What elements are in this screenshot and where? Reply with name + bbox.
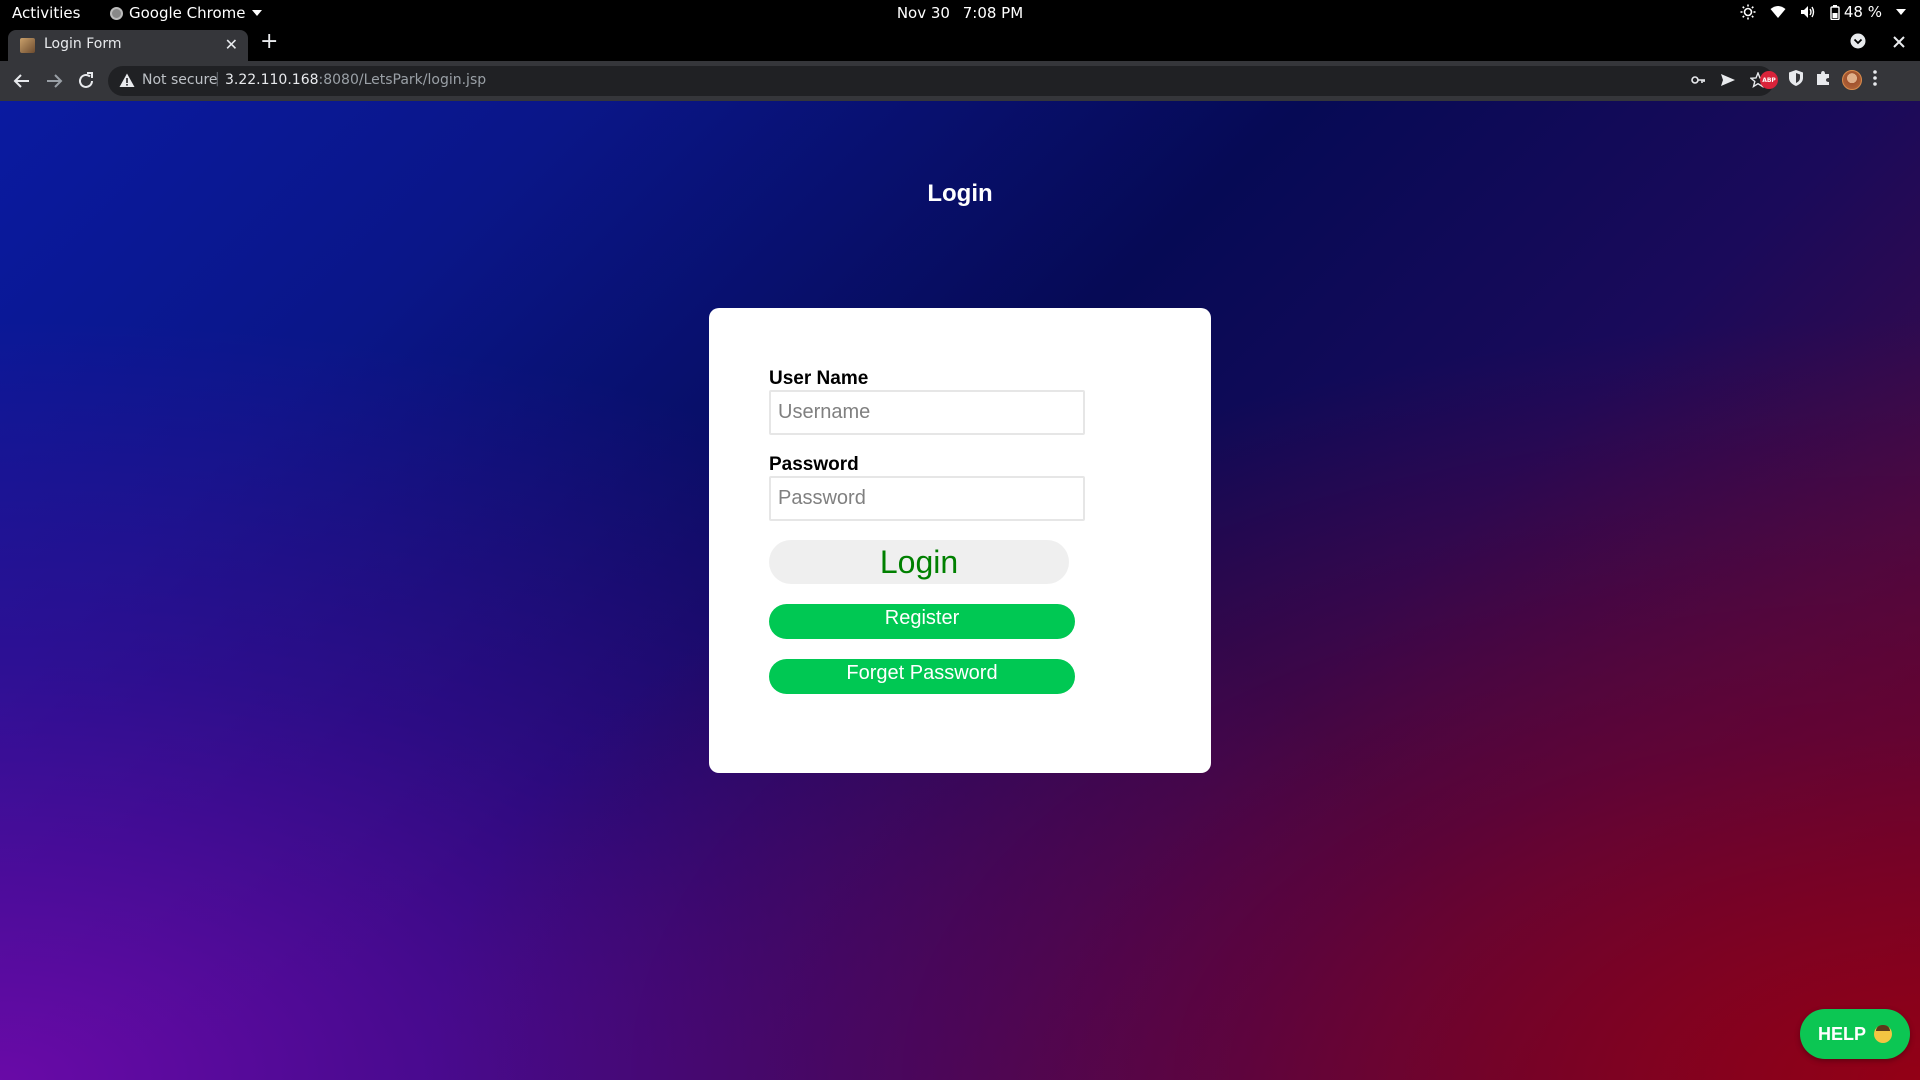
page-title: Login <box>927 180 993 207</box>
url-text[interactable]: 3.22.110.168:8080/LetsPark/login.jsp <box>225 72 486 88</box>
forward-button[interactable] <box>42 69 66 93</box>
shield-extension-icon[interactable] <box>1788 69 1804 91</box>
tab-title: Login Form <box>44 36 122 52</box>
username-label: User Name <box>769 368 869 389</box>
volume-icon <box>1800 5 1816 19</box>
warning-icon[interactable] <box>119 73 135 92</box>
battery-indicator: 48 % <box>1830 3 1882 21</box>
help-label: HELP <box>1817 1023 1866 1044</box>
window-controls <box>1850 33 1906 53</box>
battery-icon <box>1830 4 1840 20</box>
arrow-left-icon <box>13 74 29 88</box>
person-icon <box>1874 1025 1892 1043</box>
url-path: :8080/LetsPark/login.jsp <box>318 72 487 88</box>
system-tray[interactable]: 48 % <box>1740 3 1906 21</box>
tab-close-icon[interactable]: ✕ <box>225 35 238 54</box>
chrome-menu-icon[interactable] <box>1872 69 1878 91</box>
page-content: Login User Name Password Login Register … <box>0 101 1920 1080</box>
browser-toolbar: Not secure | 3.22.110.168:8080/LetsPark/… <box>0 61 1920 101</box>
omnibox-actions <box>1690 71 1767 92</box>
wifi-icon <box>1770 5 1786 19</box>
login-button[interactable]: Login <box>769 540 1069 584</box>
register-button[interactable]: Register <box>769 604 1075 639</box>
system-top-bar: Activities Google Chrome Nov 30 7:08 PM … <box>0 0 1920 27</box>
help-button[interactable]: HELP <box>1800 1009 1910 1059</box>
not-secure-label[interactable]: Not secure <box>142 72 218 88</box>
page-favicon-icon <box>20 38 35 53</box>
tab-search-icon[interactable] <box>1850 33 1866 53</box>
extensions-area: ABP <box>1760 69 1878 91</box>
clock-time: 7:08 PM <box>962 4 1024 22</box>
reload-icon <box>79 72 93 88</box>
system-menu-chevron-icon <box>1896 9 1906 15</box>
url-host: 3.22.110.168 <box>225 72 319 88</box>
key-icon[interactable] <box>1690 72 1706 92</box>
forget-password-button[interactable]: Forget Password <box>769 659 1075 694</box>
new-tab-button[interactable]: + <box>260 29 278 54</box>
omnibox-separator: | <box>215 71 220 87</box>
close-window-icon[interactable] <box>1892 34 1906 53</box>
arrow-right-icon <box>47 74 63 88</box>
back-button[interactable] <box>10 69 34 93</box>
brightness-icon <box>1740 4 1756 20</box>
send-icon[interactable] <box>1720 72 1736 92</box>
password-input[interactable] <box>769 476 1085 521</box>
password-label: Password <box>769 454 859 475</box>
login-card: User Name Password Login Register Forget… <box>709 308 1211 773</box>
tab-login-form[interactable]: Login Form ✕ <box>8 30 248 61</box>
clock-date: Nov 30 <box>896 4 950 22</box>
reload-button[interactable] <box>74 69 98 93</box>
tab-strip: Login Form ✕ <box>0 27 1920 61</box>
profile-avatar[interactable] <box>1842 70 1862 90</box>
clock[interactable]: Nov 30 7:08 PM <box>0 4 1920 22</box>
puzzle-extensions-icon[interactable] <box>1814 69 1832 91</box>
battery-percent: 48 % <box>1843 3 1882 21</box>
username-input[interactable] <box>769 390 1085 435</box>
adblock-extension-icon[interactable]: ABP <box>1760 71 1778 89</box>
address-bar[interactable]: Not secure | 3.22.110.168:8080/LetsPark/… <box>108 66 1774 96</box>
